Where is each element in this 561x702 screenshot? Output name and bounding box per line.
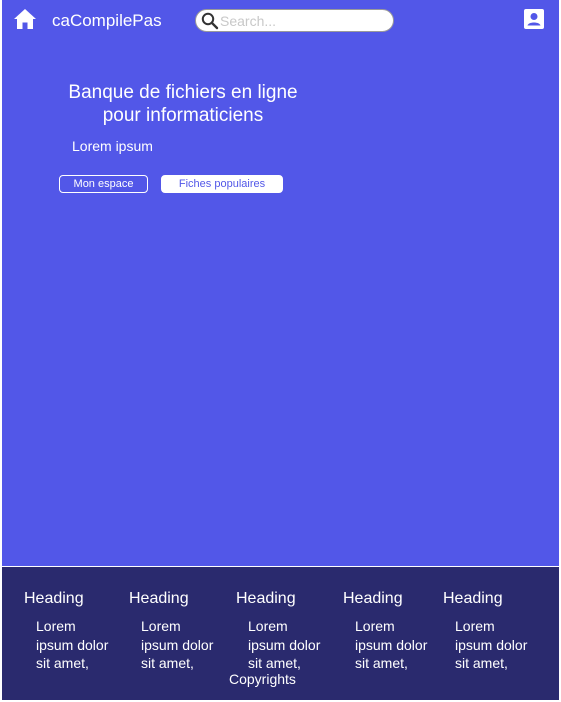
- home-icon[interactable]: [13, 8, 37, 30]
- footer-text: Lorem ipsum dolor sit amet,: [355, 618, 428, 671]
- search-input[interactable]: [220, 12, 385, 29]
- footer-text: Lorem ipsum dolor sit amet,: [455, 618, 528, 671]
- account-icon[interactable]: [523, 8, 545, 30]
- fiches-populaires-button[interactable]: Fiches populaires: [161, 175, 283, 193]
- footer: Heading Lorem ipsum dolor sit amet, Head…: [2, 567, 559, 700]
- hero-subtitle: Lorem ipsum: [72, 138, 153, 154]
- mon-espace-button[interactable]: Mon espace: [59, 175, 148, 193]
- page: caCompilePas Banque de fichiers en ligne…: [0, 0, 561, 702]
- brand-name[interactable]: caCompilePas: [52, 11, 162, 31]
- search-icon: [201, 12, 219, 30]
- main-section: caCompilePas Banque de fichiers en ligne…: [2, 0, 559, 566]
- footer-heading: Heading: [236, 590, 296, 607]
- footer-heading: Heading: [343, 590, 403, 607]
- copyright-text: Copyrights: [229, 671, 296, 687]
- footer-text: Lorem ipsum dolor sit amet,: [36, 618, 109, 671]
- footer-text: Lorem ipsum dolor sit amet,: [248, 618, 321, 671]
- footer-heading: Heading: [24, 590, 84, 607]
- footer-heading: Heading: [129, 590, 189, 607]
- hero-title: Banque de fichiers en ligne pour informa…: [68, 82, 298, 126]
- footer-heading: Heading: [443, 590, 503, 607]
- footer-text: Lorem ipsum dolor sit amet,: [141, 618, 214, 671]
- search-bar[interactable]: [195, 9, 394, 32]
